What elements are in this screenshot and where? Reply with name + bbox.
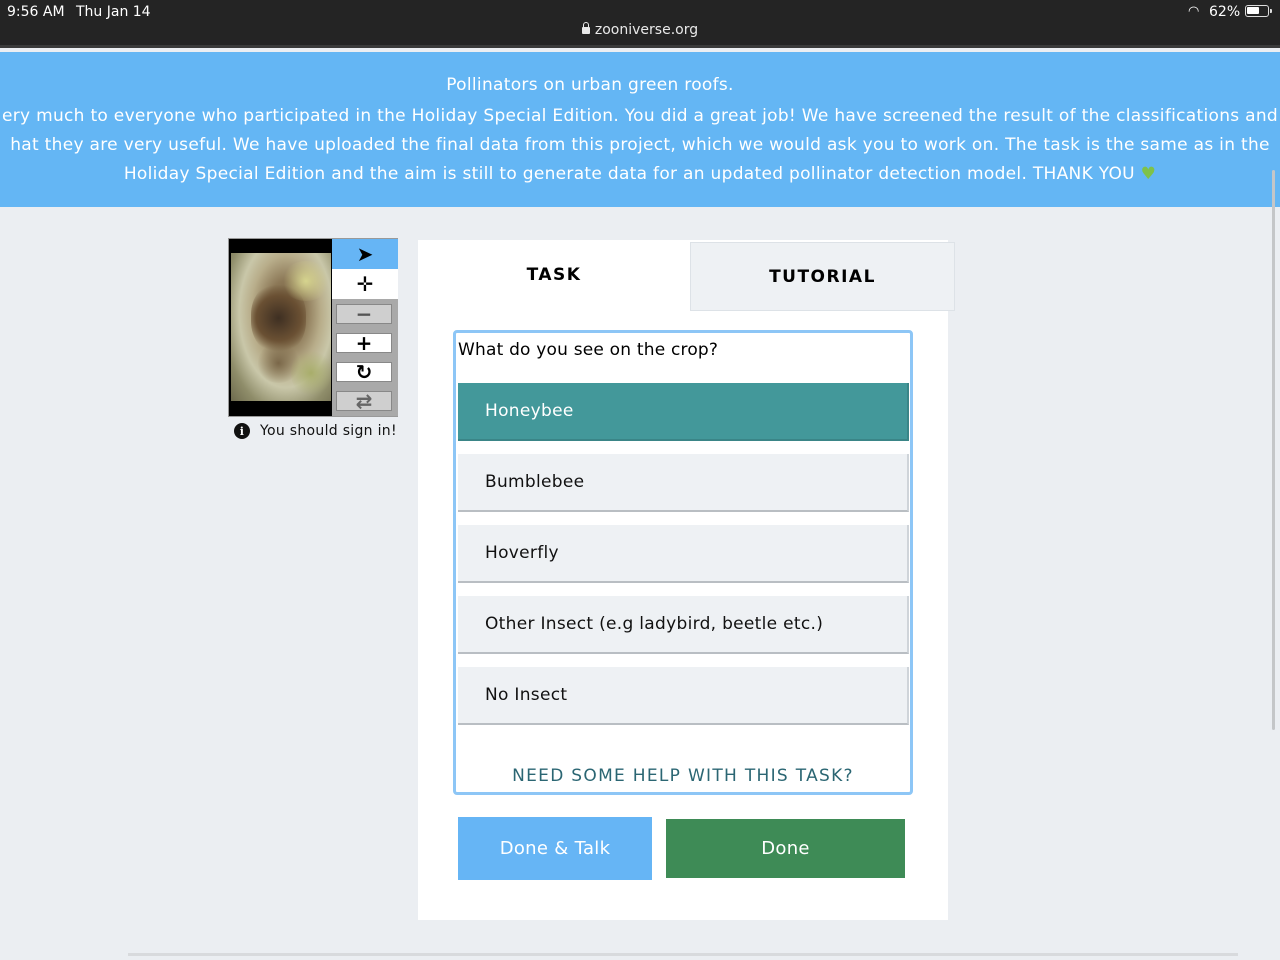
plus-icon[interactable]: + bbox=[336, 331, 392, 355]
rotate-icon[interactable]: ↻ bbox=[336, 360, 392, 384]
image-toolbar: ➤ ✛ − + ↻ ⇄ bbox=[332, 239, 398, 416]
done-and-talk-button[interactable]: Done & Talk bbox=[458, 817, 652, 880]
announcement-banner: Pollinators on urban green roofs. ery mu… bbox=[0, 52, 1280, 207]
answer-honeybee[interactable]: Honeybee bbox=[458, 383, 909, 441]
done-button[interactable]: Done bbox=[666, 819, 905, 878]
battery-icon bbox=[1245, 5, 1272, 17]
info-icon: i bbox=[234, 423, 250, 439]
answer-other-insect[interactable]: Other Insect (e.g ladybird, beetle etc.) bbox=[458, 596, 909, 654]
banner-title: Pollinators on urban green roofs. bbox=[446, 75, 734, 95]
answer-no-insect[interactable]: No Insect bbox=[458, 667, 909, 725]
footer-divider bbox=[128, 953, 1238, 956]
battery-percent: 62% bbox=[1209, 4, 1241, 20]
page-scrollbar[interactable] bbox=[1272, 170, 1275, 730]
task-question: What do you see on the crop? bbox=[458, 340, 719, 360]
cursor-arrow-icon[interactable]: ➤ bbox=[332, 239, 398, 269]
image-foliage bbox=[291, 348, 331, 398]
minus-icon[interactable]: − bbox=[336, 302, 392, 326]
wifi-icon: ◠ bbox=[1188, 4, 1200, 19]
signin-notice: i You should sign in! bbox=[234, 423, 397, 439]
battery-fill bbox=[1247, 7, 1259, 14]
task-panel: TASK TUTORIAL What do you see on the cro… bbox=[418, 240, 955, 920]
move-arrows-icon[interactable]: ✛ bbox=[332, 269, 398, 299]
toolbar-divider bbox=[0, 45, 1280, 48]
signin-message: You should sign in! bbox=[260, 423, 397, 439]
refresh-icon[interactable]: ⇄ bbox=[336, 389, 392, 413]
image-highlight bbox=[281, 261, 331, 301]
address-url: zooniverse.org bbox=[594, 22, 699, 38]
help-link[interactable]: NEED SOME HELP WITH THIS TASK? bbox=[456, 766, 910, 786]
banner-message-line-2: hat they are very useful. We have upload… bbox=[10, 135, 1270, 155]
browser-top-bar: 9:56 AM Thu Jan 14 zooniverse.org ◠ 62% bbox=[0, 0, 1280, 48]
lock-icon bbox=[581, 22, 590, 34]
address-bar[interactable]: zooniverse.org bbox=[0, 22, 1280, 38]
banner-message: ery much to everyone who participated in… bbox=[0, 102, 1280, 189]
tab-task[interactable]: TASK bbox=[418, 240, 690, 310]
banner-message-line-3: Holiday Special Edition and the aim is s… bbox=[0, 160, 1280, 189]
banner-message-line-3-text: Holiday Special Edition and the aim is s… bbox=[123, 164, 1135, 184]
subject-viewer: ➤ ✛ − + ↻ ⇄ bbox=[228, 238, 398, 417]
banner-message-line-1: ery much to everyone who participated in… bbox=[1, 106, 1279, 126]
question-box: What do you see on the crop? Honeybee Bu… bbox=[453, 330, 913, 795]
answer-bumblebee[interactable]: Bumblebee bbox=[458, 454, 909, 512]
tab-tutorial[interactable]: TUTORIAL bbox=[690, 242, 955, 311]
status-time: 9:56 AM bbox=[7, 4, 65, 20]
subject-image[interactable] bbox=[231, 253, 331, 401]
green-heart-icon: ♥ bbox=[1140, 164, 1157, 184]
status-date: Thu Jan 14 bbox=[76, 4, 151, 20]
answer-hoverfly[interactable]: Hoverfly bbox=[458, 525, 909, 583]
